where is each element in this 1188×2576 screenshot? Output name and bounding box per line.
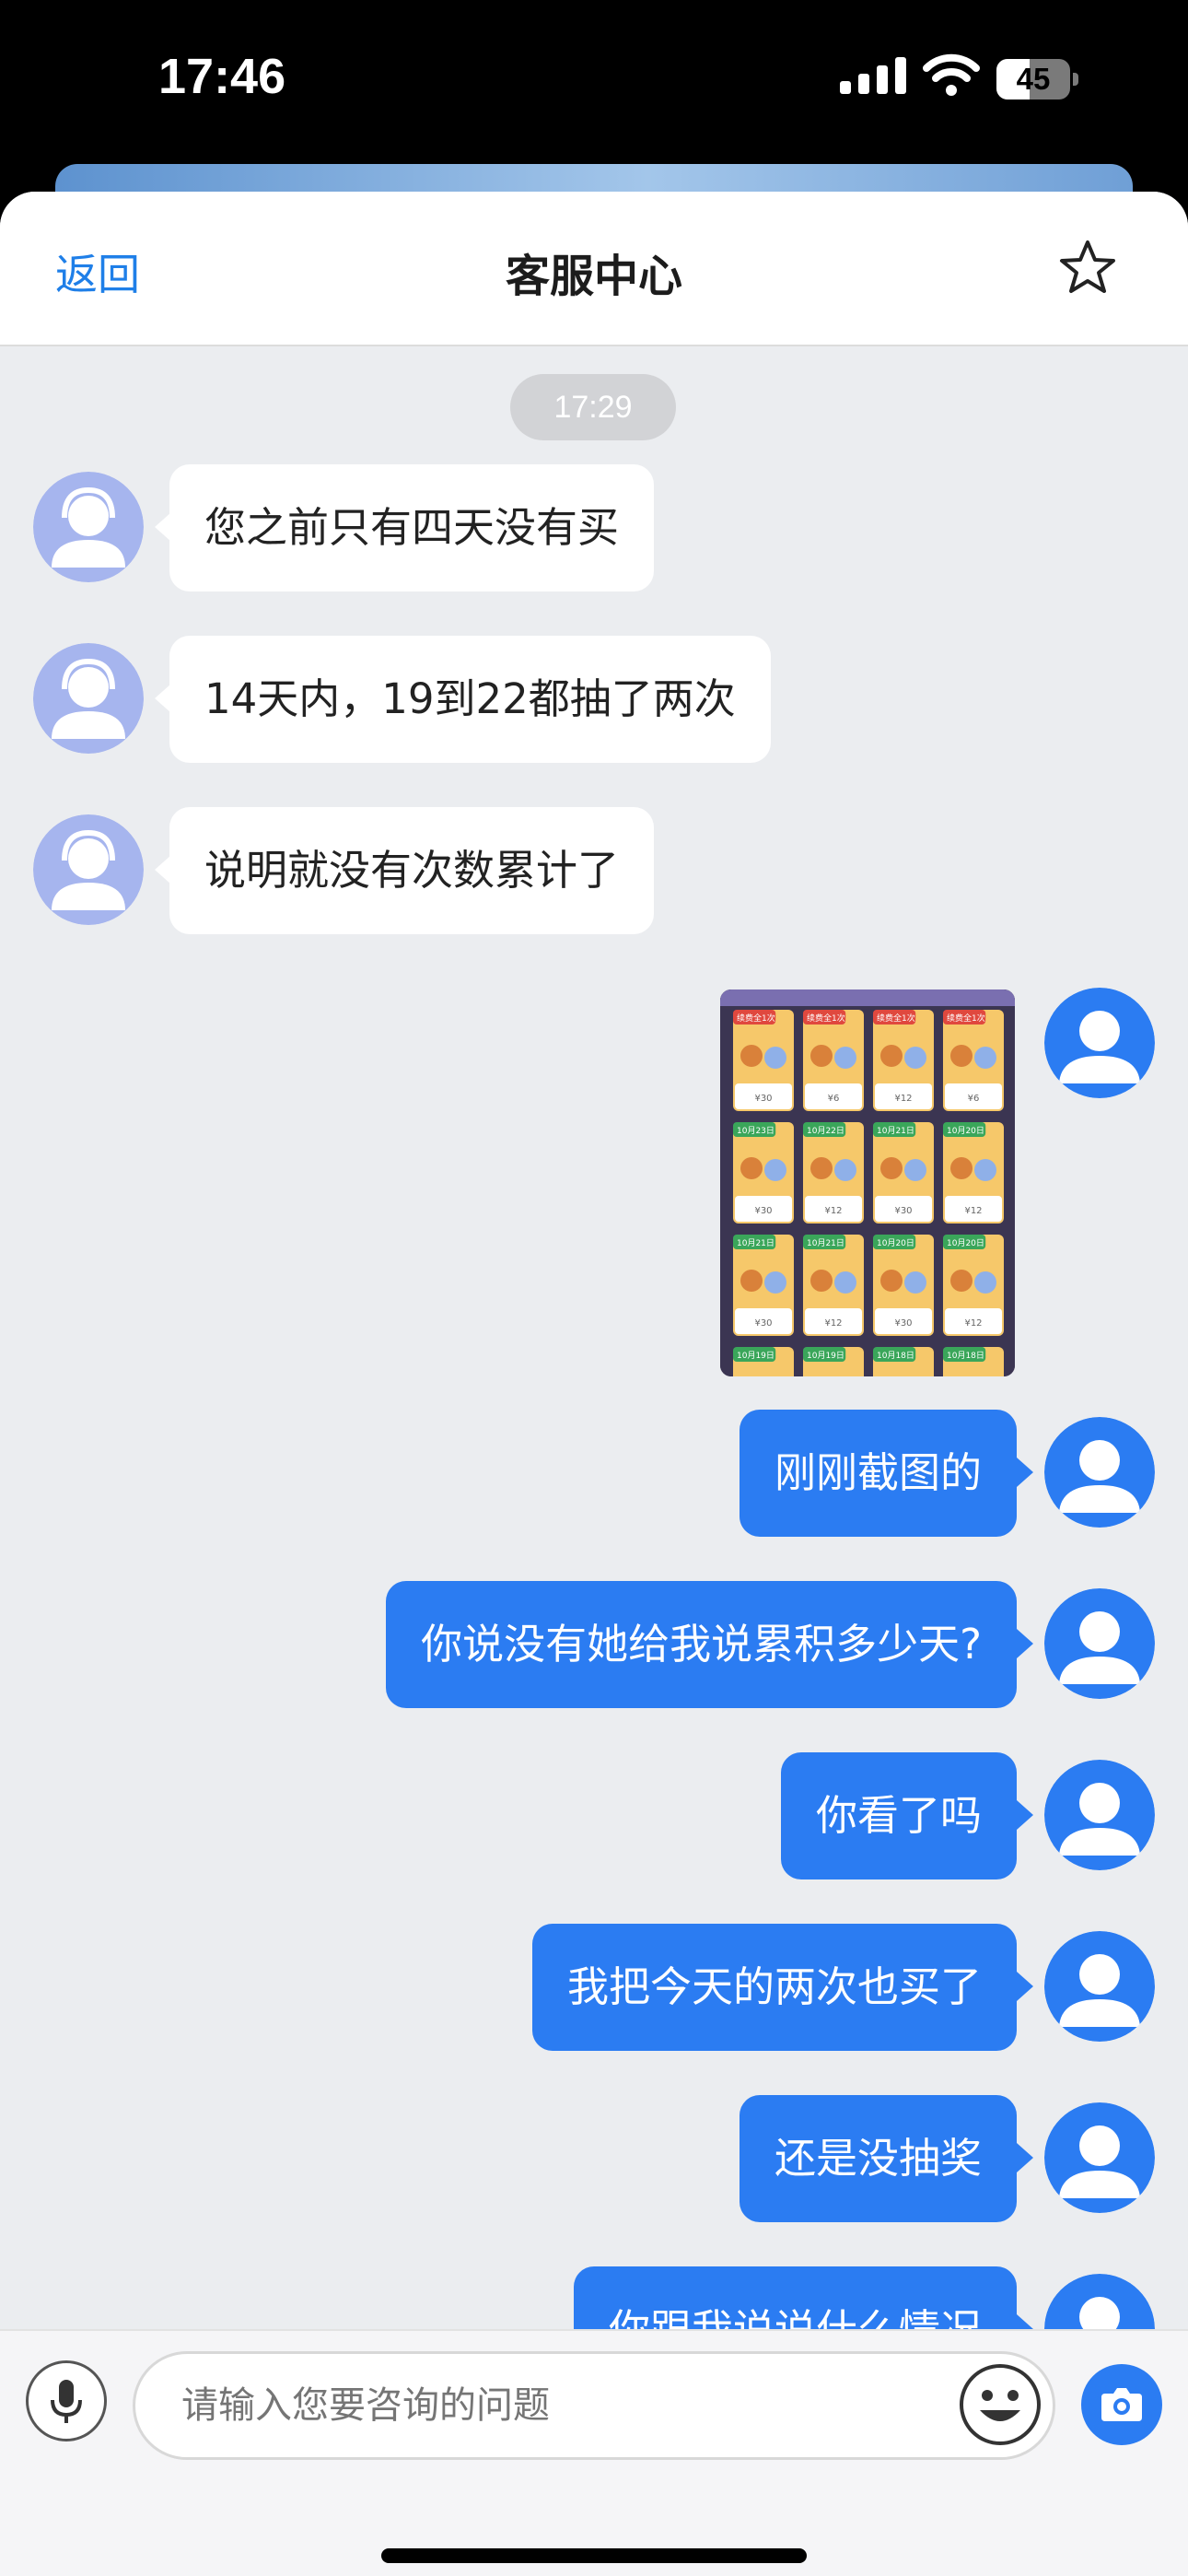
agent-avatar-icon[interactable] [33,472,144,582]
user-avatar-icon[interactable] [1044,1760,1155,1870]
wifi-icon [923,53,980,96]
svg-text:¥30: ¥30 [754,1094,772,1104]
user-avatar-icon[interactable] [1044,2102,1155,2213]
screenshot-thumbnail: 续费全1次¥30续费全1次¥6续费全1次¥12续费全1次¥610月23日¥301… [720,989,1015,1376]
star-icon[interactable] [1057,238,1118,299]
message-input[interactable] [133,2351,1055,2460]
page-title: 客服中心 [505,251,682,302]
svg-text:¥12: ¥12 [824,1206,842,1216]
thumbnail-tile: 10月20日 ¥30 [873,1235,934,1336]
user-message: 你说没有她给我说累积多少天? [386,1581,1017,1708]
thumbnail-header [720,989,1015,1006]
voice-button[interactable] [26,2360,107,2441]
screenshot-image[interactable]: 续费全1次 ¥30 续费全1次 ¥6 续费全1次 ¥12 续费全1次 ¥6 10月23日 ¥30 1… [720,989,1015,1376]
agent-avatar-icon[interactable] [33,814,144,925]
svg-text:续费全1次: 续费全1次 [947,1013,985,1024]
camera-button[interactable] [1081,2364,1162,2445]
thumbnail-tile: 10月22日 ¥12 [803,1122,864,1224]
thumbnail-tile: 10月20日 ¥12 [943,1122,1004,1224]
status-time: 17:46 [158,49,286,104]
thumbnail-tile: 10月18日 [943,1347,1004,1376]
message-timestamp: 17:29 [510,374,676,440]
svg-text:10月21日: 10月21日 [807,1238,844,1248]
emoji-icon[interactable] [958,2362,1042,2447]
thumbnail-tile: 10月21日 ¥30 [873,1122,934,1224]
thumbnail-tile: 续费全1次 ¥6 [943,1010,1004,1111]
svg-text:10月20日: 10月20日 [947,1238,984,1248]
user-message: 还是没抽奖 [739,2095,1017,2222]
svg-text:10月19日: 10月19日 [737,1351,775,1361]
thumbnail-tile: 10月21日 ¥30 [733,1235,794,1336]
thumbnail-tile: 续费全1次 ¥6 [803,1010,864,1111]
user-message: 我把今天的两次也买了 [531,1924,1017,2051]
svg-text:¥12: ¥12 [964,1206,982,1216]
thumbnail-tile: 续费全1次 ¥30 [733,1010,794,1111]
thumbnail-tile: 10月21日 ¥12 [803,1235,864,1336]
svg-text:10月21日: 10月21日 [737,1238,775,1248]
screen: 17:46 45 返回 客服中心 17:29 您之前只有四天没有买 14天内，1… [0,0,1188,2576]
thumbnail-tile: 10月20日 ¥12 [943,1235,1004,1336]
microphone-icon [51,2380,82,2423]
chat-area[interactable]: 17:29 您之前只有四天没有买 14天内，19到22都抽了两次 说明就没有次数… [0,346,1188,2329]
thumbnail-tile: 续费全1次 ¥12 [873,1010,934,1111]
svg-text:续费全1次: 续费全1次 [807,1013,845,1024]
svg-text:¥12: ¥12 [824,1318,842,1329]
svg-text:¥30: ¥30 [754,1318,772,1329]
svg-text:¥30: ¥30 [894,1206,912,1216]
svg-text:¥6: ¥6 [968,1094,980,1104]
agent-message: 14天内，19到22都抽了两次 [169,636,771,763]
svg-text:¥12: ¥12 [894,1094,912,1104]
svg-text:10月18日: 10月18日 [947,1351,984,1361]
thumbnail-tile: 10月23日 ¥30 [733,1122,794,1224]
agent-avatar-icon[interactable] [33,643,144,754]
input-bar [0,2329,1188,2576]
agent-message: 您之前只有四天没有买 [169,464,655,591]
status-bar: 17:46 45 [0,0,1188,157]
user-message: 你跟我说说什么情况 [573,2266,1017,2329]
camera-icon [1101,2388,1142,2421]
svg-text:续费全1次: 续费全1次 [737,1013,775,1024]
svg-text:10月21日: 10月21日 [877,1126,914,1136]
thumbnail-tile: 10月19日 [803,1347,864,1376]
user-avatar-icon[interactable] [1044,2274,1155,2329]
thumbnail-tile: 10月19日 [733,1347,794,1376]
svg-text:10月23日: 10月23日 [737,1126,775,1136]
home-indicator [381,2548,807,2563]
user-avatar-icon[interactable] [1044,1931,1155,2042]
svg-text:¥30: ¥30 [754,1206,772,1216]
svg-text:10月19日: 10月19日 [807,1351,844,1361]
thumbnail-tile: 10月18日 [873,1347,934,1376]
svg-text:10月22日: 10月22日 [807,1126,844,1136]
user-avatar-icon[interactable] [1044,1588,1155,1699]
svg-text:10月18日: 10月18日 [877,1351,914,1361]
battery-icon: 45 [996,59,1079,100]
user-message: 你看了吗 [780,1752,1017,1879]
svg-text:¥30: ¥30 [894,1318,912,1329]
svg-text:续费全1次: 续费全1次 [877,1013,915,1024]
svg-text:10月20日: 10月20日 [877,1238,914,1248]
agent-message: 说明就没有次数累计了 [169,807,655,934]
battery-level: 45 [1016,62,1051,96]
user-avatar-icon[interactable] [1044,988,1155,1098]
svg-text:¥12: ¥12 [964,1318,982,1329]
customer-service-sheet: 返回 客服中心 17:29 您之前只有四天没有买 14天内，19到22都抽了两次… [0,192,1188,2576]
user-avatar-icon[interactable] [1044,1417,1155,1528]
svg-text:¥6: ¥6 [828,1094,840,1104]
nav-bar: 返回 客服中心 [0,192,1188,346]
signal-icon [840,57,906,94]
svg-text:10月20日: 10月20日 [947,1126,984,1136]
user-message: 刚刚截图的 [739,1410,1017,1537]
